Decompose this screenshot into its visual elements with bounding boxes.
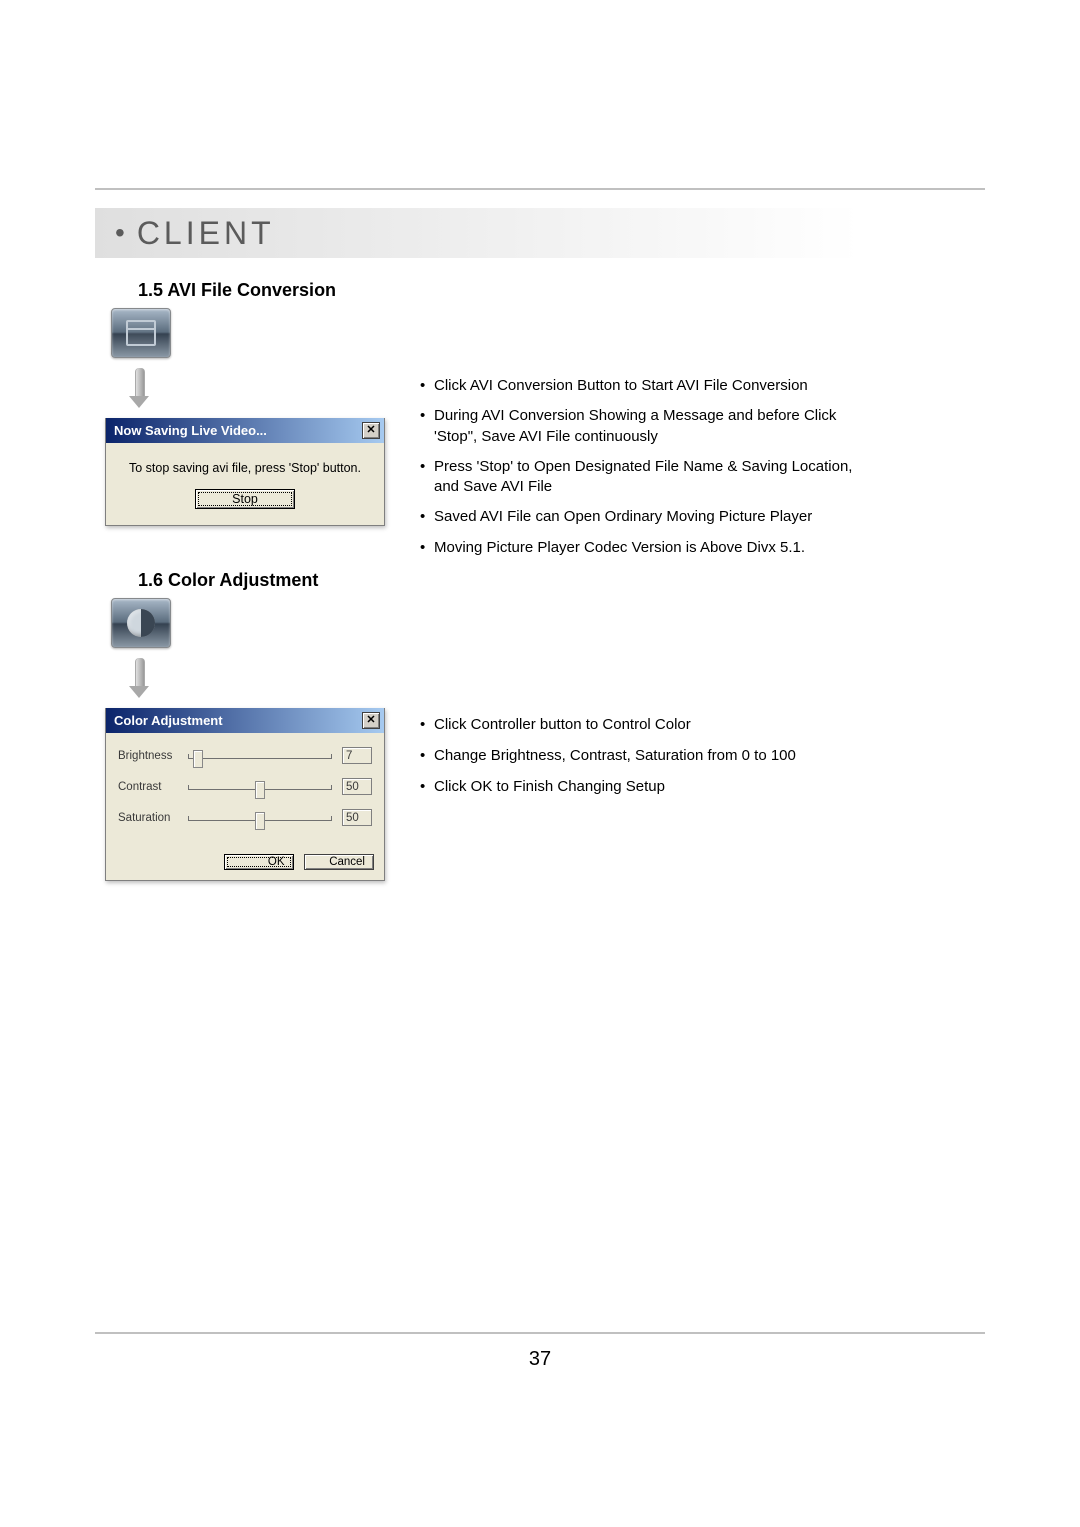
brightness-value[interactable]: 7 (342, 747, 372, 764)
list-item: •During AVI Conversion Showing a Message… (420, 406, 880, 447)
page-title-banner: • CLIENT (95, 208, 860, 258)
saturation-value[interactable]: 50 (342, 809, 372, 826)
dialog-titlebar: Now Saving Live Video... ✕ (106, 418, 384, 443)
avi-conversion-bullets: •Click AVI Conversion Button to Start AV… (420, 376, 880, 568)
page-number: 37 (0, 1348, 1080, 1371)
contrast-row: Contrast 50 (118, 778, 372, 795)
list-item: •Click AVI Conversion Button to Start AV… (420, 376, 880, 396)
dialog-message: To stop saving avi file, press 'Stop' bu… (118, 461, 372, 475)
figure-color-adjustment: Color Adjustment ✕ Brightness 7 Contrast… (105, 598, 385, 881)
list-item: •Click Controller button to Control Colo… (420, 714, 880, 735)
saturation-row: Saturation 50 (118, 809, 372, 826)
slider-thumb-icon[interactable] (193, 750, 203, 768)
stop-button[interactable]: Stop (195, 489, 295, 509)
close-icon[interactable]: ✕ (362, 422, 380, 439)
heading-avi-file-conversion: 1.5 AVI File Conversion (138, 280, 336, 301)
close-icon[interactable]: ✕ (362, 712, 380, 729)
dialog-body: Brightness 7 Contrast 50 Saturation (106, 733, 384, 846)
list-item: •Click OK to Finish Changing Setup (420, 776, 880, 797)
color-adjustment-dialog: Color Adjustment ✕ Brightness 7 Contrast… (105, 708, 385, 881)
dialog-body: To stop saving avi file, press 'Stop' bu… (106, 443, 384, 525)
contrast-label: Contrast (118, 781, 188, 793)
floppy-icon (126, 320, 156, 346)
saturation-label: Saturation (118, 812, 188, 824)
cancel-button[interactable]: Cancel (304, 854, 374, 870)
contrast-value[interactable]: 50 (342, 778, 372, 795)
top-rule (95, 188, 985, 190)
brightness-row: Brightness 7 (118, 747, 372, 764)
list-item: •Change Brightness, Contrast, Saturation… (420, 745, 880, 766)
list-item: •Press 'Stop' to Open Designated File Na… (420, 457, 880, 498)
heading-color-adjustment: 1.6 Color Adjustment (138, 570, 318, 591)
bottom-rule (95, 1332, 985, 1334)
color-controller-button[interactable] (111, 598, 171, 648)
contrast-icon (127, 609, 155, 637)
dialog-title-text: Color Adjustment (114, 713, 223, 728)
list-item: •Saved AVI File can Open Ordinary Moving… (420, 507, 880, 527)
dialog-title-text: Now Saving Live Video... (114, 423, 267, 438)
dialog-titlebar: Color Adjustment ✕ (106, 708, 384, 733)
title-bullet: • (115, 217, 127, 249)
ok-button[interactable]: OK (224, 854, 294, 870)
color-adjustment-bullets: •Click Controller button to Control Colo… (420, 714, 880, 807)
saturation-slider[interactable] (188, 810, 332, 826)
avi-conversion-button[interactable] (111, 308, 171, 358)
dialog-footer: OK Cancel (106, 846, 384, 880)
page-title: CLIENT (137, 215, 275, 252)
figure-avi-conversion: Now Saving Live Video... ✕ To stop savin… (105, 308, 385, 526)
brightness-label: Brightness (118, 750, 188, 762)
saving-live-video-dialog: Now Saving Live Video... ✕ To stop savin… (105, 418, 385, 526)
contrast-slider[interactable] (188, 779, 332, 795)
slider-thumb-icon[interactable] (255, 781, 265, 799)
list-item: •Moving Picture Player Codec Version is … (420, 538, 880, 558)
slider-thumb-icon[interactable] (255, 812, 265, 830)
brightness-slider[interactable] (188, 748, 332, 764)
